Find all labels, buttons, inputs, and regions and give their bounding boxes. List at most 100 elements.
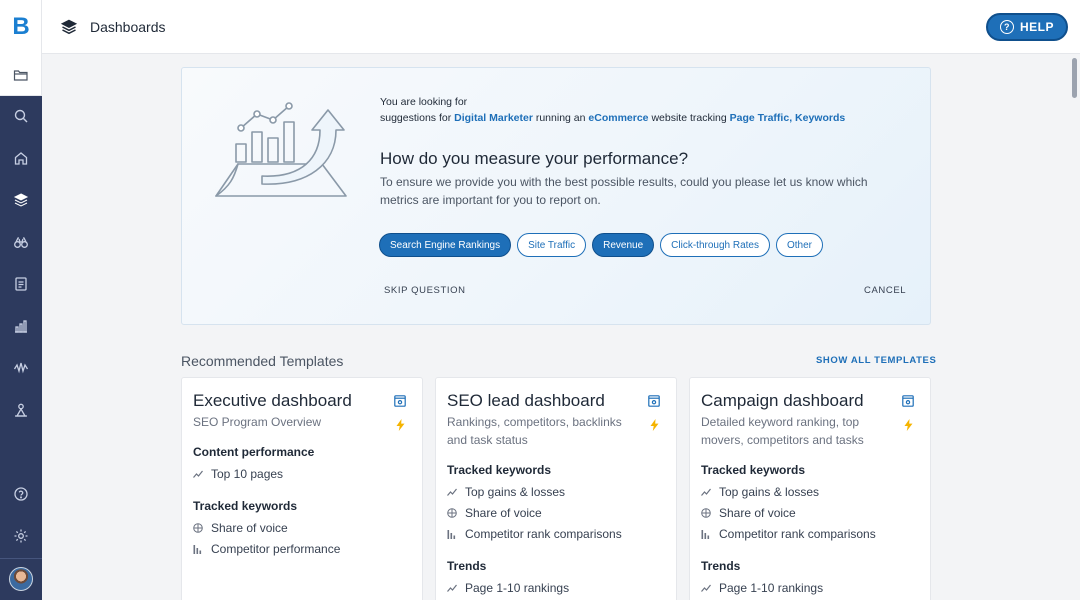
- site-type-highlight: eCommerce: [588, 112, 649, 124]
- growth-chart-illustration: [215, 102, 347, 197]
- sidebar-divider: [0, 558, 42, 559]
- template-subtitle: Rankings, competitors, backlinks and tas…: [447, 415, 622, 447]
- app-logo[interactable]: B: [0, 0, 42, 54]
- logo-letter: B: [12, 13, 29, 40]
- globe-icon: [193, 523, 203, 533]
- list-item: Top 10 pages: [193, 467, 283, 481]
- skip-question-button[interactable]: SKIP QUESTION: [384, 285, 466, 296]
- template-title: Executive dashboard: [193, 391, 352, 410]
- layers-icon: [60, 19, 78, 35]
- list-item-label: Share of voice: [465, 506, 542, 520]
- sidebar-item-research[interactable]: [11, 232, 31, 252]
- section-heading: Tracked keywords: [701, 463, 806, 477]
- template-title: SEO lead dashboard: [447, 391, 605, 410]
- list-item-label: Top gains & losses: [465, 485, 566, 499]
- performance-question-card: You are looking for suggestions for Digi…: [181, 67, 931, 325]
- list-item-label: Competitor rank comparisons: [719, 527, 876, 541]
- show-all-templates-link[interactable]: SHOW ALL TEMPLATES: [816, 355, 936, 366]
- chip-other[interactable]: Other: [775, 233, 823, 257]
- metric-chips: Search Engine Rankings Site Traffic Reve…: [379, 233, 823, 257]
- recommended-templates-heading: Recommended Templates: [181, 353, 344, 369]
- page-title: Dashboards: [90, 19, 166, 35]
- scrollbar-track[interactable]: [1070, 54, 1080, 600]
- scrollbar-thumb[interactable]: [1072, 58, 1077, 98]
- top-bar: Dashboards ? HELP: [42, 0, 1080, 54]
- search-icon: [14, 109, 28, 123]
- list-item: Competitor performance: [193, 542, 340, 556]
- metric-highlight-1: Page Traffic: [729, 112, 790, 124]
- trend-icon: [447, 584, 457, 592]
- intro-tracking: website tracking: [651, 112, 727, 124]
- template-card-executive[interactable]: Executive dashboard SEO Program Overview…: [181, 377, 423, 600]
- list-item-label: Top 10 pages: [211, 467, 284, 481]
- trend-icon: [701, 584, 711, 592]
- org-chart-icon: [15, 403, 27, 417]
- sidebar-item-reports[interactable]: [11, 274, 31, 294]
- intro-line-2: suggestions for Digital Marketer running…: [380, 110, 845, 126]
- section-heading: Content performance: [193, 445, 315, 459]
- intro-running: running an: [535, 112, 586, 124]
- list-item: Share of voice: [447, 506, 542, 520]
- layers-icon: [13, 193, 29, 207]
- question-description: To ensure we provide you with the best p…: [380, 175, 868, 207]
- sidebar-item-dashboards[interactable]: [11, 190, 31, 210]
- lightning-icon: [396, 419, 405, 431]
- globe-icon: [447, 508, 457, 518]
- intro-line-1: You are looking for: [380, 96, 468, 108]
- cancel-button[interactable]: CANCEL: [864, 285, 906, 296]
- sidebar-item-settings[interactable]: [11, 526, 31, 546]
- chip-revenue[interactable]: Revenue: [592, 233, 655, 257]
- trend-icon: [701, 488, 711, 496]
- list-item: Competitor rank comparisons: [447, 527, 622, 541]
- template-subtitle: Detailed keyword ranking, top movers, co…: [701, 415, 864, 447]
- sidebar-item-help[interactable]: [11, 484, 31, 504]
- preview-icon[interactable]: [648, 395, 660, 407]
- folder-icon: [13, 69, 28, 81]
- question-intro: You are looking for suggestions for Digi…: [380, 94, 845, 126]
- binoculars-icon: [14, 237, 28, 248]
- list-item-label: Share of voice: [211, 521, 288, 535]
- template-card-seo-lead[interactable]: SEO lead dashboard Rankings, competitors…: [435, 377, 677, 600]
- help-circle-icon: [14, 487, 28, 501]
- metric-highlight-2: Keywords: [795, 112, 846, 124]
- role-highlight: Digital Marketer: [454, 112, 533, 124]
- section-heading: Tracked keywords: [447, 463, 552, 477]
- metric-separator: ,: [789, 112, 793, 124]
- sidebar-item-analytics[interactable]: [11, 316, 31, 336]
- list-item: Competitor rank comparisons: [701, 527, 876, 541]
- section-heading: Trends: [701, 559, 741, 573]
- template-subtitle: SEO Program Overview: [193, 415, 322, 429]
- avatar[interactable]: [9, 567, 33, 591]
- lightning-icon: [904, 419, 913, 431]
- chip-site-traffic[interactable]: Site Traffic: [517, 233, 587, 257]
- sidebar-item-signals[interactable]: [11, 358, 31, 378]
- lightning-icon: [650, 419, 659, 431]
- sidebar-item-users[interactable]: [11, 400, 31, 420]
- trend-icon: [447, 488, 457, 496]
- sidebar-item-folder[interactable]: [0, 54, 42, 96]
- template-card-campaign[interactable]: Campaign dashboard Detailed keyword rank…: [689, 377, 931, 600]
- list-item: Page 1-10 rankings: [701, 581, 823, 595]
- sidebar: B: [0, 0, 42, 600]
- sidebar-item-home[interactable]: [11, 148, 31, 168]
- section-heading: Trends: [447, 559, 487, 573]
- help-button[interactable]: ? HELP: [986, 13, 1068, 41]
- list-item-label: Top gains & losses: [719, 485, 820, 499]
- preview-icon[interactable]: [902, 395, 914, 407]
- list-item: Top gains & losses: [447, 485, 565, 499]
- sidebar-item-search[interactable]: [11, 106, 31, 126]
- preview-icon[interactable]: [394, 395, 406, 407]
- question-title: How do you measure your performance?: [380, 149, 689, 168]
- trend-icon: [193, 470, 203, 478]
- list-item-label: Page 1-10 rankings: [465, 581, 570, 595]
- list-item-label: Page 1-10 rankings: [719, 581, 824, 595]
- globe-icon: [701, 508, 711, 518]
- settings-icon: [14, 529, 28, 543]
- chip-search-engine-rankings[interactable]: Search Engine Rankings: [379, 233, 512, 257]
- chip-click-through-rates[interactable]: Click-through Rates: [660, 233, 770, 257]
- template-title: Campaign dashboard: [701, 391, 864, 410]
- list-item-label: Competitor rank comparisons: [465, 527, 622, 541]
- signal-icon: [13, 362, 29, 374]
- intro-prefix: suggestions for: [380, 112, 452, 124]
- list-item: Top gains & losses: [701, 485, 819, 499]
